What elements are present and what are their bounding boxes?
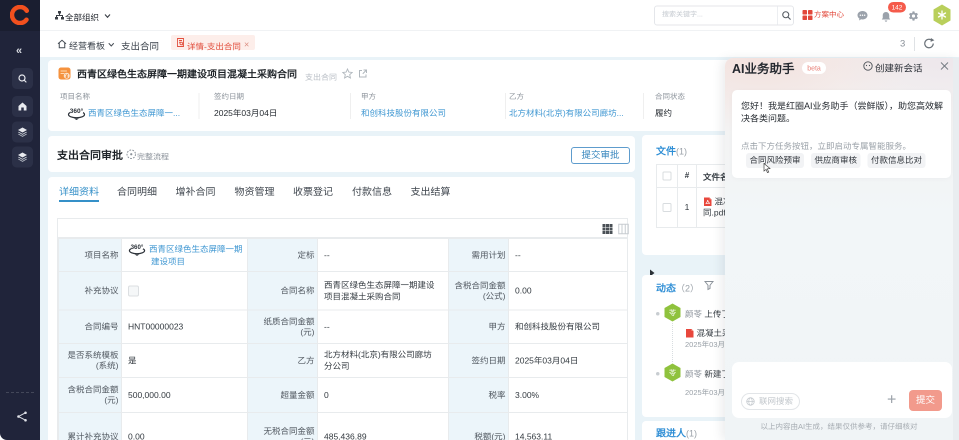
svg-text:¥: ¥ [65, 74, 68, 80]
svg-text:苓: 苓 [669, 369, 677, 378]
svg-text:360°: 360° [70, 107, 84, 115]
svg-text:苓: 苓 [669, 309, 677, 318]
svg-text:360°: 360° [131, 244, 144, 251]
